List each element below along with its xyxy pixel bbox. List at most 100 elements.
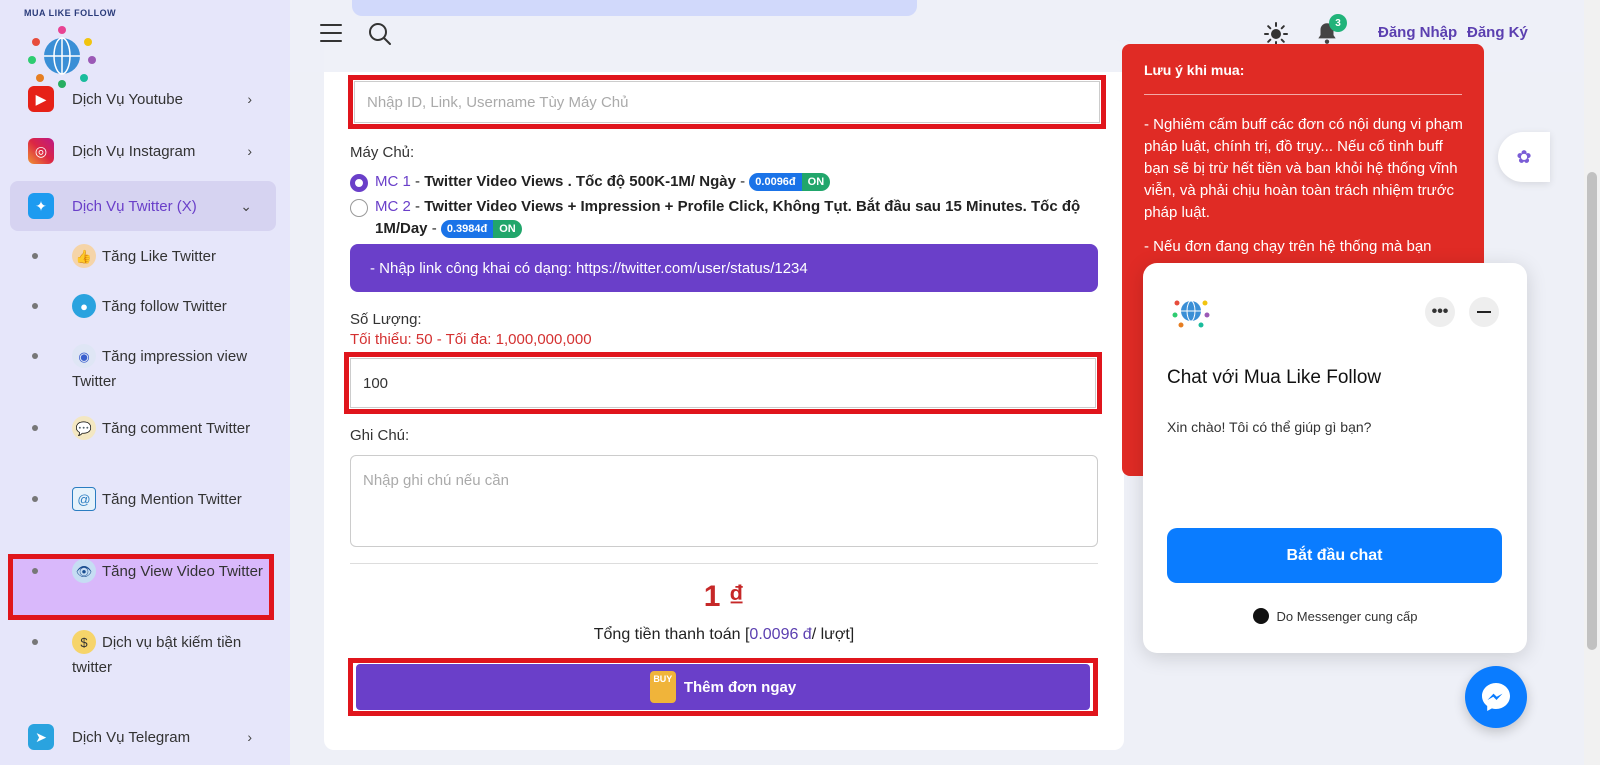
chat-minimize-button[interactable] [1469,297,1499,327]
sub-item-label: Tăng Mention Twitter [102,491,242,508]
logo-text: MUA LIKE FOLLOW [24,8,117,18]
youtube-icon: ▶ [28,86,54,112]
server-name: Twitter Video Views . Tốc độ 500K-1M/ Ng… [424,173,736,190]
sidebar-item-youtube[interactable]: ▶ Dịch Vụ Youtube › [10,76,276,122]
impression-eye-icon: ◉ [72,344,96,368]
messenger-mini-icon [1252,608,1269,624]
price-value: 0.0096đ [749,173,802,192]
note-textarea[interactable]: Nhập ghi chú nếu cần [350,455,1098,547]
divider [1144,94,1462,95]
server-mc2-option[interactable]: MC 2 - Twitter Video Views + Impression … [375,196,1095,240]
messenger-icon [1482,683,1510,711]
quantity-label: Số Lượng: [350,311,422,328]
sub-item-comment-twitter[interactable]: 💬 Tăng comment Twitter [32,416,270,441]
sub-item-impression-twitter[interactable]: ◉ Tăng impression view Twitter [32,344,270,394]
sub-item-monetize-twitter[interactable]: $ Dịch vụ bật kiếm tiền twitter [32,630,270,680]
login-link[interactable]: Đăng Nhập [1378,24,1457,41]
start-chat-button[interactable]: Bắt đầu chat [1167,528,1502,583]
bullet-dot [32,303,38,309]
powered-by-text: Do Messenger cung cấp [1276,608,1418,624]
warning-text: - Nếu đơn đang chạy trên hệ thống mà bạn [1144,238,1432,255]
sidebar-item-label: Dịch Vụ Instagram [72,142,196,160]
mention-at-icon: @ [72,487,96,511]
user-follow-icon: ● [72,294,96,318]
eye-icon: 👁 [72,559,96,583]
total-label-prefix: Tổng tiền thanh toán [ [593,626,750,643]
comment-bubble-icon: 💬 [72,416,96,440]
signup-link[interactable]: Đăng Ký [1467,24,1528,41]
quantity-input[interactable]: 100 [350,358,1096,408]
notification-count-badge: 3 [1329,14,1347,32]
server-code: MC 2 [375,198,411,215]
like-hand-icon: 👍 [72,244,96,268]
chat-title: Chat với Mua Like Follow [1167,367,1382,388]
chevron-right-icon: › [247,143,252,159]
sidebar-item-label: Dịch Vụ Twitter (X) [72,197,197,215]
status-badge: ON [801,173,831,192]
buy-hand-icon: BUY [649,671,676,703]
theme-toggle-icon[interactable] [1264,22,1288,46]
sub-item-like-twitter[interactable]: 👍 Tăng Like Twitter [32,244,270,269]
server-mc2-radio[interactable] [350,199,368,217]
server-mc1-radio[interactable] [350,174,368,192]
warning-title: Lưu ý khi mua: [1144,62,1245,78]
sub-item-label: Dịch vụ bật kiếm tiền twitter [72,634,242,676]
quantity-range: Tối thiểu: 50 - Tối đa: 1,000,000,000 [350,331,592,348]
price-badge: 0.0096đ ON [749,173,831,192]
sub-item-label: Tăng follow Twitter [102,298,227,315]
server-code: MC 1 [375,173,411,190]
server-dash: - [410,173,425,190]
sidebar-item-telegram[interactable]: ➤ Dịch Vụ Telegram › [10,714,276,760]
faded-header-block [352,0,917,16]
bullet-dot [32,568,38,574]
sub-item-label: Tăng comment Twitter [102,420,251,437]
price-value: 0.3984đ [440,220,494,239]
sidebar-item-label: Dịch Vụ Youtube [72,90,183,108]
total-payment-label: Tổng tiền thanh toán [0.0096 đ/ lượt] [350,626,1098,644]
chevron-right-icon: › [247,91,252,107]
server-name: Twitter Video Views + Impression + Profi… [424,198,1081,215]
sub-item-label: Tăng impression view Twitter [72,348,248,390]
add-order-button[interactable]: BUY Thêm đơn ngay [356,664,1090,710]
add-order-label: Thêm đơn ngay [683,678,797,696]
sub-item-label: Tăng View Video Twitter [102,563,263,580]
bullet-dot [32,496,38,502]
sidebar-item-twitter[interactable]: ✦ Dịch Vụ Twitter (X) ⌄ [10,181,276,231]
instagram-icon: ◎ [28,138,54,164]
bullet-dot [32,425,38,431]
note-label: Ghi Chú: [350,427,410,444]
sidebar-item-label: Dịch Vụ Telegram [72,728,191,746]
link-format-notice: - Nhập link công khai có dạng: https://t… [350,244,1098,292]
sub-item-label: Tăng Like Twitter [102,248,216,265]
server-mc1-option[interactable]: MC 1 - Twitter Video Views . Tốc độ 500K… [375,171,1095,193]
chevron-right-icon: › [247,729,252,745]
scrollbar-thumb[interactable] [1587,172,1597,650]
server-label: Máy Chủ: [350,144,415,161]
menu-toggle-icon[interactable] [320,24,342,42]
bullet-dot [32,253,38,259]
sub-item-follow-twitter[interactable]: ● Tăng follow Twitter [32,294,270,319]
powered-by-messenger: Do Messenger cung cấp [1143,608,1527,624]
telegram-icon: ➤ [28,724,54,750]
settings-flower-icon[interactable]: ✿ [1498,132,1550,182]
total-label-suffix: / lượt] [811,626,855,643]
sub-item-view-video-twitter[interactable]: 👁 Tăng View Video Twitter [32,559,270,584]
chat-brand-logo-icon [1172,300,1210,328]
link-input[interactable]: Nhập ID, Link, Username Tùy Máy Chủ [354,81,1100,123]
sidebar: MUA LIKE FOLLOW ▶ Dịch Vụ Youtube › ◎ Dị… [0,0,290,765]
divider [350,563,1098,564]
money-icon: $ [72,630,96,654]
chat-more-options-button[interactable]: ••• [1425,297,1455,327]
server-name-cont: 1M/Day [375,220,428,237]
chevron-down-icon: ⌄ [240,197,252,214]
sub-item-mention-twitter[interactable]: @ Tăng Mention Twitter [32,487,270,512]
minus-icon [1477,311,1491,313]
sidebar-item-instagram[interactable]: ◎ Dịch Vụ Instagram › [10,128,276,174]
search-icon[interactable] [368,22,392,46]
chat-greeting: Xin chào! Tôi có thể giúp gì bạn? [1167,419,1372,435]
bullet-dot [32,639,38,645]
messenger-chat-widget: ••• Chat với Mua Like Follow Xin chào! T… [1143,263,1527,653]
messenger-launcher-button[interactable] [1465,666,1527,728]
twitter-icon: ✦ [28,193,54,219]
status-badge: ON [493,220,522,239]
